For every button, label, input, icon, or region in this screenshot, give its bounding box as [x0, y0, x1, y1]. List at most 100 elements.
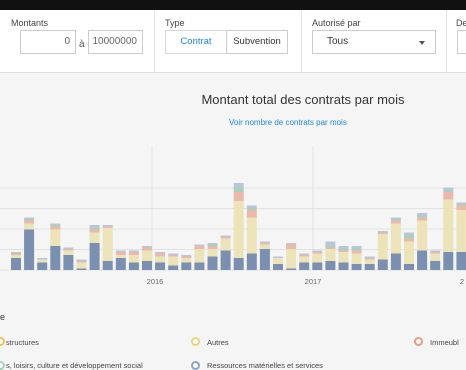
bar-segment-lightblue[interactable] [194, 244, 205, 247]
bar-segment-pink[interactable] [155, 253, 166, 257]
bar-segment-cream[interactable] [430, 253, 441, 262]
bar-segment-lightblue[interactable] [50, 223, 61, 226]
bar-segment-lightblue[interactable] [102, 225, 113, 227]
bar-segment-pink[interactable] [325, 247, 336, 250]
bar-segment-lightblue[interactable] [181, 255, 192, 257]
next-filter-input[interactable] [457, 30, 466, 54]
bar-segment-cream[interactable] [50, 229, 61, 247]
bar-segment-blue[interactable] [115, 258, 126, 270]
legend-label-immeubles[interactable]: Immeubl [430, 338, 459, 347]
bar-segment-lightblue[interactable] [456, 202, 466, 205]
bar-segment-lightblue[interactable] [207, 243, 218, 245]
bar-segment-cream[interactable] [24, 223, 35, 230]
bar-segment-lightblue[interactable] [325, 241, 336, 247]
bar-segment-green[interactable] [325, 246, 336, 248]
bar-segment-blue[interactable] [168, 265, 179, 271]
bar-segment-blue[interactable] [417, 250, 428, 271]
bar-segment-cream[interactable] [325, 249, 336, 261]
bar-segment-lightblue[interactable] [404, 232, 414, 236]
bar-segment-pink[interactable] [259, 243, 270, 245]
type-contrat-button[interactable]: Contrat [165, 30, 227, 54]
bar-segment-lightblue[interactable] [168, 253, 179, 256]
bar-segment-pink[interactable] [220, 237, 231, 239]
bar-segment-cream[interactable] [207, 249, 218, 257]
bar-segment-green[interactable] [404, 235, 414, 239]
bar-segment-lightblue[interactable] [417, 213, 428, 216]
bar-segment-blue[interactable] [299, 262, 310, 271]
bar-segment-pink[interactable] [417, 217, 428, 221]
bar-segment-blue[interactable] [443, 252, 454, 270]
bar-segment-cream[interactable] [11, 255, 21, 258]
bar-segment-cream[interactable] [168, 256, 179, 266]
bar-segment-cream[interactable] [417, 220, 428, 251]
bar-segment-blue[interactable] [181, 262, 192, 271]
bar-segment-pink[interactable] [299, 255, 310, 257]
bar-segment-blue[interactable] [11, 258, 21, 270]
bar-segment-pink[interactable] [233, 192, 244, 201]
bar-segment-blue[interactable] [89, 243, 100, 270]
bar-segment-cream[interactable] [142, 250, 152, 262]
bar-segment-blue[interactable] [24, 229, 35, 271]
bar-segment-cream[interactable] [102, 228, 113, 261]
bar-segment-green[interactable] [50, 225, 61, 227]
bar-segment-lightblue[interactable] [299, 253, 310, 256]
bar-segment-cream[interactable] [364, 259, 375, 265]
bar-segment-cream[interactable] [76, 262, 87, 269]
bar-segment-blue[interactable] [194, 262, 205, 271]
bar-segment-lightblue[interactable] [351, 246, 362, 249]
bar-segment-lightblue[interactable] [76, 259, 87, 262]
bar-segment-pink[interactable] [456, 205, 466, 211]
legend-label-autres[interactable]: Autres [207, 338, 229, 347]
bar-segment-pink[interactable] [181, 256, 192, 259]
bar-segment-green[interactable] [24, 219, 35, 221]
bar-segment-lightblue[interactable] [377, 231, 388, 233]
bar-segment-cream[interactable] [404, 241, 414, 265]
bar-segment-cream[interactable] [37, 259, 48, 263]
bar-segment-blue[interactable] [220, 250, 231, 271]
bar-segment-lightblue[interactable] [338, 246, 349, 249]
bar-segment-pink[interactable] [246, 210, 257, 218]
bar-segment-blue[interactable] [364, 264, 375, 270]
bar-segment-pink[interactable] [102, 226, 113, 229]
bar-segment-blue[interactable] [456, 252, 466, 270]
bar-segment-pink[interactable] [168, 255, 179, 257]
toggle-count-link[interactable]: Voir nombre de contrats par mois [229, 118, 347, 127]
bar-segment-green[interactable] [417, 216, 428, 218]
bar-segment-lightblue[interactable] [430, 250, 441, 253]
bar-segment-pink[interactable] [404, 238, 414, 242]
bar-segment-cream[interactable] [390, 223, 401, 254]
bar-segment-pink[interactable] [24, 220, 35, 224]
bar-segment-pink[interactable] [364, 258, 375, 260]
montant-min-input[interactable]: 0 [20, 30, 76, 54]
bar-segment-blue[interactable] [155, 262, 166, 271]
bar-segment-cream[interactable] [233, 201, 244, 258]
bar-segment-pink[interactable] [390, 220, 401, 224]
bar-segment-blue[interactable] [430, 261, 441, 270]
bar-segment-blue[interactable] [50, 246, 61, 270]
bar-segment-cream[interactable] [299, 256, 310, 263]
bar-segment-cream[interactable] [246, 217, 257, 254]
bar-segment-cream[interactable] [456, 210, 466, 252]
bar-segment-lightblue[interactable] [115, 250, 126, 253]
bar-segment-lightblue[interactable] [89, 225, 100, 228]
bar-segment-green[interactable] [246, 208, 257, 211]
legend-dot-immeubles[interactable] [414, 337, 423, 346]
bar-segment-cream[interactable] [443, 199, 454, 253]
bar-segment-pink[interactable] [76, 261, 87, 263]
bar-segment-lightblue[interactable] [233, 183, 244, 188]
bar-segment-cream[interactable] [259, 244, 270, 250]
bar-segment-green[interactable] [456, 204, 466, 206]
bar-segment-cream[interactable] [351, 253, 362, 265]
bar-segment-green[interactable] [390, 219, 401, 221]
bar-segment-green[interactable] [351, 249, 362, 251]
bar-segment-pink[interactable] [351, 250, 362, 254]
bar-segment-blue[interactable] [246, 253, 257, 271]
bar-segment-blue[interactable] [286, 268, 297, 271]
bar-segment-green[interactable] [443, 190, 454, 193]
bar-segment-cream[interactable] [194, 249, 205, 263]
legend-dot-ressources[interactable] [191, 361, 200, 370]
bar-segment-lightblue[interactable] [142, 246, 152, 248]
bar-segment-blue[interactable] [63, 255, 74, 270]
bar-segment-lightblue[interactable] [63, 247, 74, 250]
bar-segment-lightblue[interactable] [312, 250, 323, 253]
